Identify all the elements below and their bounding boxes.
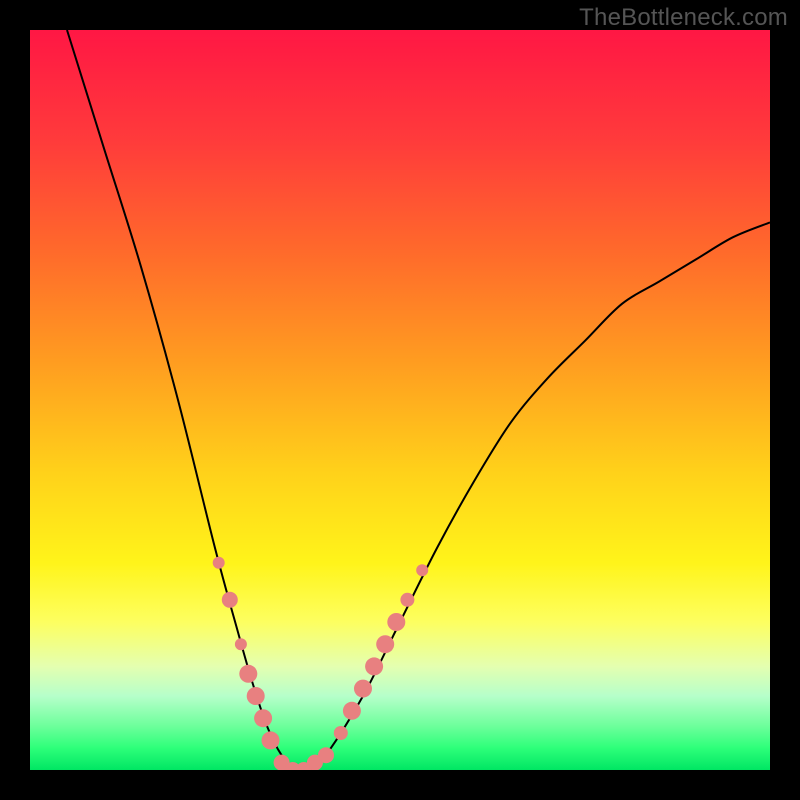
highlight-point xyxy=(254,709,272,727)
highlight-point xyxy=(416,564,428,576)
highlight-point xyxy=(376,635,394,653)
chart-container: TheBottleneck.com xyxy=(0,0,800,800)
highlight-point xyxy=(247,687,265,705)
highlight-point xyxy=(213,557,225,569)
highlight-point xyxy=(222,592,238,608)
watermark-text: TheBottleneck.com xyxy=(579,4,788,32)
plot-area xyxy=(30,30,770,770)
highlight-point xyxy=(235,638,247,650)
highlight-point xyxy=(365,657,383,675)
bottleneck-curve xyxy=(67,30,770,770)
highlighted-points-group xyxy=(213,557,429,770)
highlight-point xyxy=(334,726,348,740)
highlight-point xyxy=(387,613,405,631)
highlight-point xyxy=(354,680,372,698)
chart-svg xyxy=(30,30,770,770)
highlight-point xyxy=(262,731,280,749)
highlight-point xyxy=(343,702,361,720)
highlight-point xyxy=(318,747,334,763)
highlight-point xyxy=(400,593,414,607)
highlight-point xyxy=(239,665,257,683)
